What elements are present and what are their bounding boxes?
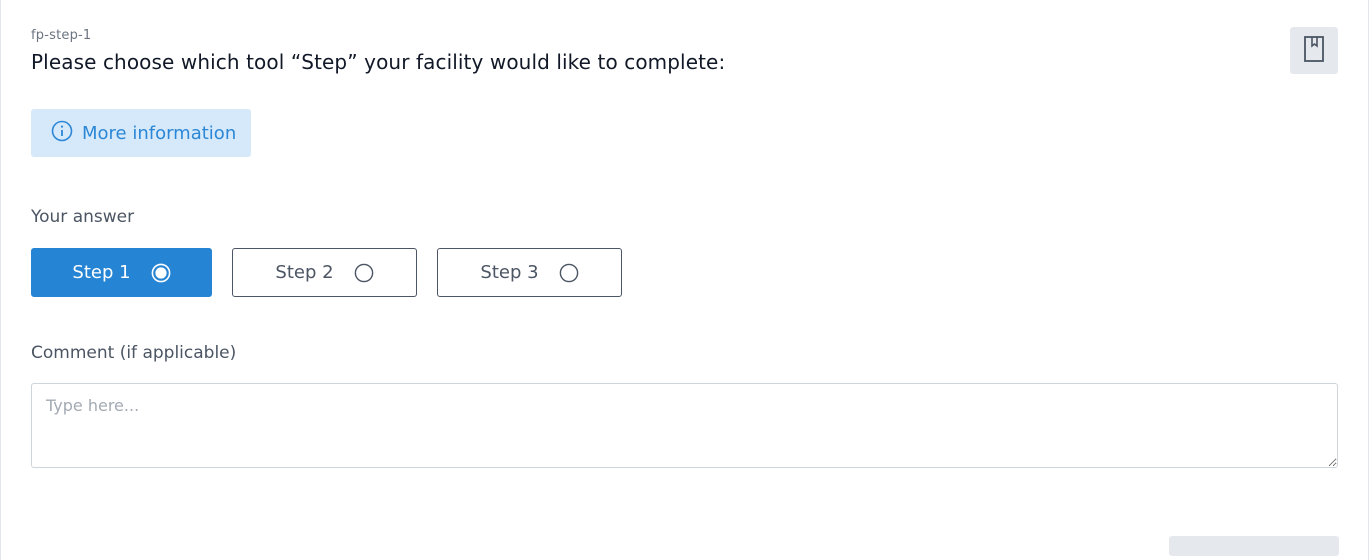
option-label: Step 2 <box>275 262 334 283</box>
option-step-2[interactable]: Step 2 <box>232 248 417 297</box>
answer-label: Your answer <box>31 207 135 227</box>
option-label: Step 3 <box>480 262 539 283</box>
partial-bottom-button[interactable] <box>1169 536 1339 556</box>
radio-selected-icon <box>151 263 171 283</box>
comment-label: Comment (if applicable) <box>31 343 237 363</box>
option-label: Step 1 <box>72 262 131 283</box>
info-circle-icon <box>51 120 73 146</box>
more-information-label: More information <box>82 122 237 144</box>
bookmark-icon <box>1304 35 1324 66</box>
bookmark-button[interactable] <box>1290 27 1338 74</box>
radio-unselected-icon <box>559 263 579 283</box>
comment-textarea[interactable] <box>31 383 1338 468</box>
option-step-3[interactable]: Step 3 <box>437 248 622 297</box>
question-id: fp-step-1 <box>31 28 92 43</box>
question-card: fp-step-1 Please choose which tool “Step… <box>0 0 1369 560</box>
more-information-button[interactable]: More information <box>31 109 251 157</box>
question-text: Please choose which tool “Step” your fac… <box>31 50 726 74</box>
radio-unselected-icon <box>354 263 374 283</box>
option-step-1[interactable]: Step 1 <box>31 248 212 297</box>
